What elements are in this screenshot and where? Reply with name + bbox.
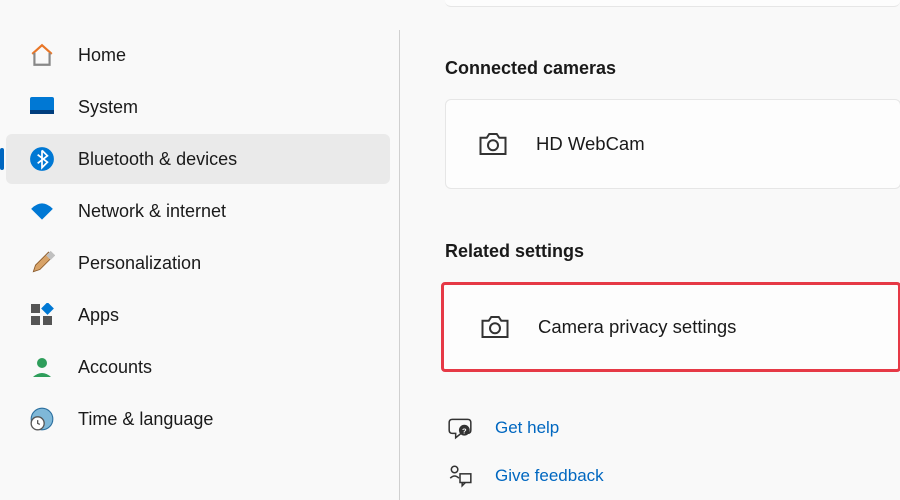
sidebar-item-personalization[interactable]: Personalization (6, 238, 390, 288)
help-icon: ? (445, 413, 475, 443)
home-icon (28, 41, 56, 69)
sidebar-item-system[interactable]: System (6, 82, 390, 132)
sidebar-item-label: Bluetooth & devices (78, 149, 237, 170)
sidebar-item-home[interactable]: Home (6, 30, 390, 80)
support-links: ? Get help Give feedback (445, 408, 900, 496)
sidebar-item-apps[interactable]: Apps (6, 290, 390, 340)
system-icon (28, 93, 56, 121)
sidebar-item-time-language[interactable]: Time & language (6, 394, 390, 444)
user-icon (28, 353, 56, 381)
feedback-icon (445, 461, 475, 491)
sidebar-item-bluetooth-devices[interactable]: Bluetooth & devices (6, 134, 390, 184)
camera-name-label: HD WebCam (536, 133, 645, 155)
bluetooth-icon (28, 145, 56, 173)
svg-text:?: ? (462, 426, 467, 435)
camera-device-card[interactable]: HD WebCam (445, 99, 900, 189)
main-content: Connected cameras HD WebCam Related sett… (400, 0, 900, 500)
related-settings-title: Related settings (445, 241, 900, 262)
sidebar-item-accounts[interactable]: Accounts (6, 342, 390, 392)
camera-privacy-settings-card[interactable]: Camera privacy settings (441, 282, 900, 372)
sidebar-item-label: Accounts (78, 357, 152, 378)
connected-cameras-title: Connected cameras (445, 58, 900, 79)
top-card-edge (445, 0, 900, 7)
sidebar-item-label: System (78, 97, 138, 118)
sidebar-item-label: Network & internet (78, 201, 226, 222)
sidebar-item-label: Apps (78, 305, 119, 326)
camera-icon (480, 312, 510, 342)
settings-sidebar: Home System Bluetooth & devices Network … (0, 0, 400, 500)
give-feedback-label[interactable]: Give feedback (495, 466, 604, 486)
apps-icon (28, 301, 56, 329)
wifi-icon (28, 197, 56, 225)
privacy-settings-label: Camera privacy settings (538, 316, 736, 338)
sidebar-item-label: Time & language (78, 409, 213, 430)
get-help-link[interactable]: ? Get help (445, 408, 900, 448)
sidebar-item-label: Personalization (78, 253, 201, 274)
brush-icon (28, 249, 56, 277)
clock-globe-icon (28, 405, 56, 433)
sidebar-item-network[interactable]: Network & internet (6, 186, 390, 236)
camera-icon (478, 129, 508, 159)
sidebar-item-label: Home (78, 45, 126, 66)
give-feedback-link[interactable]: Give feedback (445, 456, 900, 496)
get-help-label[interactable]: Get help (495, 418, 559, 438)
